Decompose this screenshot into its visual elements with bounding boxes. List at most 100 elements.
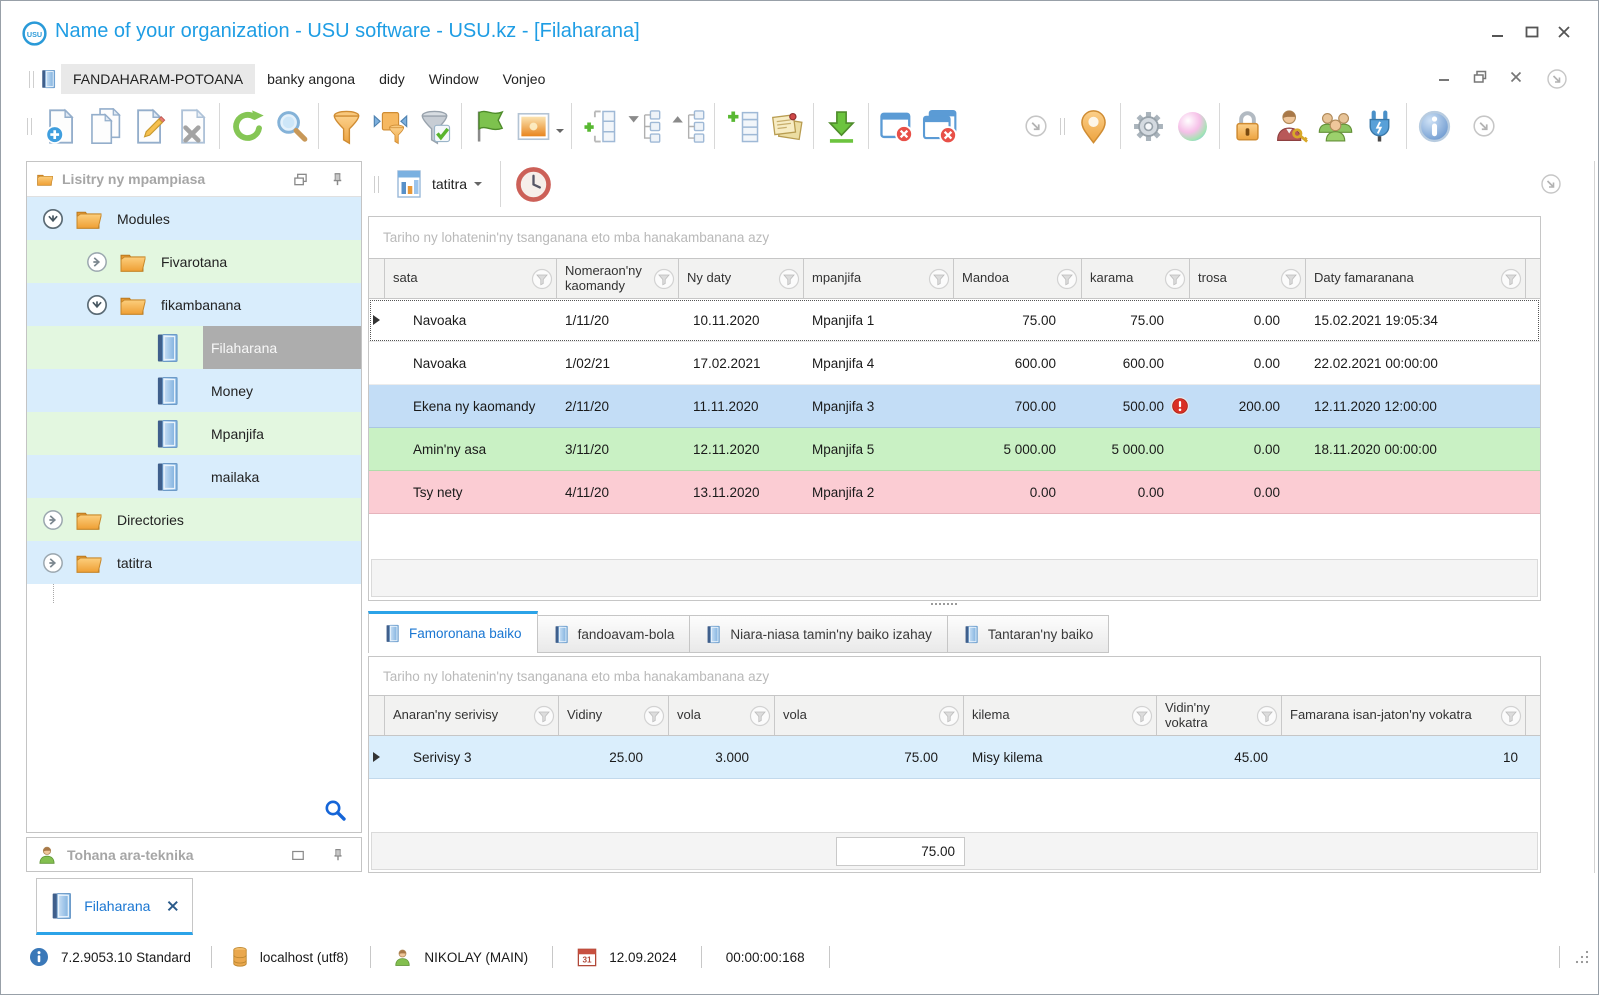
doc-tab-close-icon[interactable] (167, 900, 179, 912)
close-window-icon[interactable] (874, 103, 918, 149)
filter-icon[interactable] (1500, 705, 1522, 727)
expand-node-icon[interactable] (42, 552, 64, 574)
filter-apply-icon[interactable] (412, 103, 456, 149)
cell-karama[interactable]: 0.00 (1082, 471, 1190, 513)
cell-sata[interactable]: Ekena ny kaomandy (385, 385, 557, 427)
cell-famaranana[interactable]: 15.02.2021 19:05:34 (1306, 299, 1526, 341)
cell-famarana[interactable]: 10 (1282, 736, 1526, 778)
tree-item-mpanjifa[interactable]: Mpanjifa (27, 412, 361, 455)
tree-item-fikambanana[interactable]: fikambanana (27, 283, 361, 326)
refresh-icon[interactable] (225, 103, 269, 149)
tree-item-directories[interactable]: Directories (27, 498, 361, 541)
cell-nomeraony[interactable]: 1/02/21 (557, 342, 679, 384)
maximize-button[interactable] (1524, 25, 1540, 39)
horizontal-splitter[interactable] (931, 603, 957, 605)
restore-panel-icon[interactable] (291, 848, 305, 862)
tree-item-mailaka[interactable]: mailaka (27, 455, 361, 498)
filter-icon[interactable] (928, 268, 950, 290)
close-all-windows-icon[interactable] (918, 103, 962, 149)
tree-item-fivarotana[interactable]: Fivarotana (27, 240, 361, 283)
column-header-mandoa[interactable]: Mandoa (954, 259, 1082, 298)
cell-nomeraony[interactable]: 1/11/20 (557, 299, 679, 341)
cell-nydaty[interactable]: 10.11.2020 (679, 299, 804, 341)
cell-mpanjifa[interactable]: Mpanjifa 4 (804, 342, 954, 384)
cell-trosa[interactable]: 0.00 (1190, 299, 1306, 341)
collapse-tree-icon[interactable] (665, 103, 709, 149)
menu-item-database[interactable]: banky angona (255, 64, 367, 94)
cell-karama[interactable]: 75.00 (1082, 299, 1190, 341)
document-tab-filaharana[interactable]: Filaharana (36, 878, 193, 935)
filter-funnel-icon[interactable] (324, 103, 368, 149)
column-header-daty-famaranana[interactable]: Daty famaranana (1306, 259, 1526, 298)
search-icon[interactable] (269, 103, 313, 149)
cell-famaranana[interactable]: 18.11.2020 00:00:00 (1306, 428, 1526, 470)
tree-search-icon[interactable] (323, 798, 347, 822)
menubar-overflow-chevron-icon[interactable] (1546, 68, 1562, 84)
service-row-1[interactable]: Serivisy 3 25.00 3.000 75.00 Misy kilema… (369, 736, 1540, 779)
cell-karama[interactable]: 600.00 (1082, 342, 1190, 384)
cell-mandoa[interactable]: 700.00 (954, 385, 1082, 427)
add-column-icon[interactable] (577, 103, 621, 149)
menu-item-main[interactable]: FANDAHARAM-POTOANA (61, 64, 256, 94)
picture-icon[interactable] (511, 103, 555, 149)
column-header-sata[interactable]: sata (385, 259, 557, 298)
filter-icon[interactable] (749, 705, 771, 727)
cell-nydaty[interactable]: 13.11.2020 (679, 471, 804, 513)
reportbar-drag-handle[interactable] (374, 175, 379, 193)
column-header-vidiny[interactable]: Vidiny (559, 696, 669, 735)
cell-nydaty[interactable]: 12.11.2020 (679, 428, 804, 470)
close-button[interactable] (1556, 25, 1572, 39)
cell-sata[interactable]: Tsy nety (385, 471, 557, 513)
filter-values-icon[interactable] (368, 103, 412, 149)
delete-document-icon[interactable] (170, 103, 214, 149)
menu-item-commands[interactable]: didy (367, 64, 417, 94)
cell-trosa[interactable]: 0.00 (1190, 342, 1306, 384)
mdi-close-button[interactable] (1508, 69, 1524, 85)
cell-mandoa[interactable]: 75.00 (954, 299, 1082, 341)
cell-trosa[interactable]: 200.00 (1190, 385, 1306, 427)
column-header-anaranny-serivisy[interactable]: Anaran'ny serivisy (385, 696, 559, 735)
collapse-node-icon[interactable] (86, 294, 108, 316)
resize-grip[interactable] (1574, 949, 1590, 965)
minimize-button[interactable] (1490, 25, 1506, 39)
schedule-clock-icon[interactable] (511, 161, 555, 207)
menu-item-window[interactable]: Window (417, 64, 491, 94)
column-header-mpanjifa[interactable]: mpanjifa (804, 259, 954, 298)
picture-dropdown-caret-icon[interactable] (556, 129, 564, 137)
tab-niara-niasa[interactable]: Niara-niasa tamin'ny baiko izahay (689, 615, 948, 653)
cell-serivisy[interactable]: Serivisy 3 (385, 736, 559, 778)
cell-vola-1[interactable]: 3.000 (669, 736, 775, 778)
cell-nomeraony[interactable]: 3/11/20 (557, 428, 679, 470)
column-header-famarana-isan-jatonny[interactable]: Famarana isan-jaton'ny vokatra (1282, 696, 1526, 735)
cell-vidinny-vokatra[interactable]: 45.00 (1157, 736, 1282, 778)
collapse-node-icon[interactable] (42, 208, 64, 230)
tab-fandoavam-bola[interactable]: fandoavam-bola (536, 615, 691, 653)
column-header-karama[interactable]: karama (1082, 259, 1190, 298)
settings-gear-icon[interactable] (1126, 103, 1170, 149)
tree-item-filaharana[interactable]: Filaharana (27, 326, 361, 369)
notes-icon[interactable] (764, 103, 808, 149)
toolbar-overflow-chevron-icon[interactable] (1014, 103, 1058, 149)
cell-nydaty[interactable]: 11.11.2020 (679, 385, 804, 427)
cell-nomeraony[interactable]: 4/11/20 (557, 471, 679, 513)
support-panel[interactable]: Tohana ara-teknika (26, 837, 362, 872)
edit-document-icon[interactable] (126, 103, 170, 149)
mdi-minimize-button[interactable] (1436, 69, 1452, 85)
color-palette-icon[interactable] (1170, 103, 1214, 149)
cell-mpanjifa[interactable]: Mpanjifa 2 (804, 471, 954, 513)
lock-icon[interactable] (1225, 103, 1269, 149)
cell-nydaty[interactable]: 17.02.2021 (679, 342, 804, 384)
pin-panel-icon[interactable] (331, 848, 345, 862)
info-icon[interactable] (1412, 103, 1456, 149)
filter-icon[interactable] (533, 705, 555, 727)
filter-icon[interactable] (1164, 268, 1186, 290)
column-header-vola-2[interactable]: vola (775, 696, 964, 735)
cell-karama[interactable]: 5 000.00 (1082, 428, 1190, 470)
cell-famaranana[interactable]: 12.11.2020 12:00:00 (1306, 385, 1526, 427)
expand-tree-icon[interactable] (621, 103, 665, 149)
tree-item-money[interactable]: Money (27, 369, 361, 412)
cell-sata[interactable]: Amin'ny asa (385, 428, 557, 470)
cell-mpanjifa[interactable]: Mpanjifa 1 (804, 299, 954, 341)
filter-icon[interactable] (1500, 268, 1522, 290)
filter-icon[interactable] (1256, 705, 1278, 727)
